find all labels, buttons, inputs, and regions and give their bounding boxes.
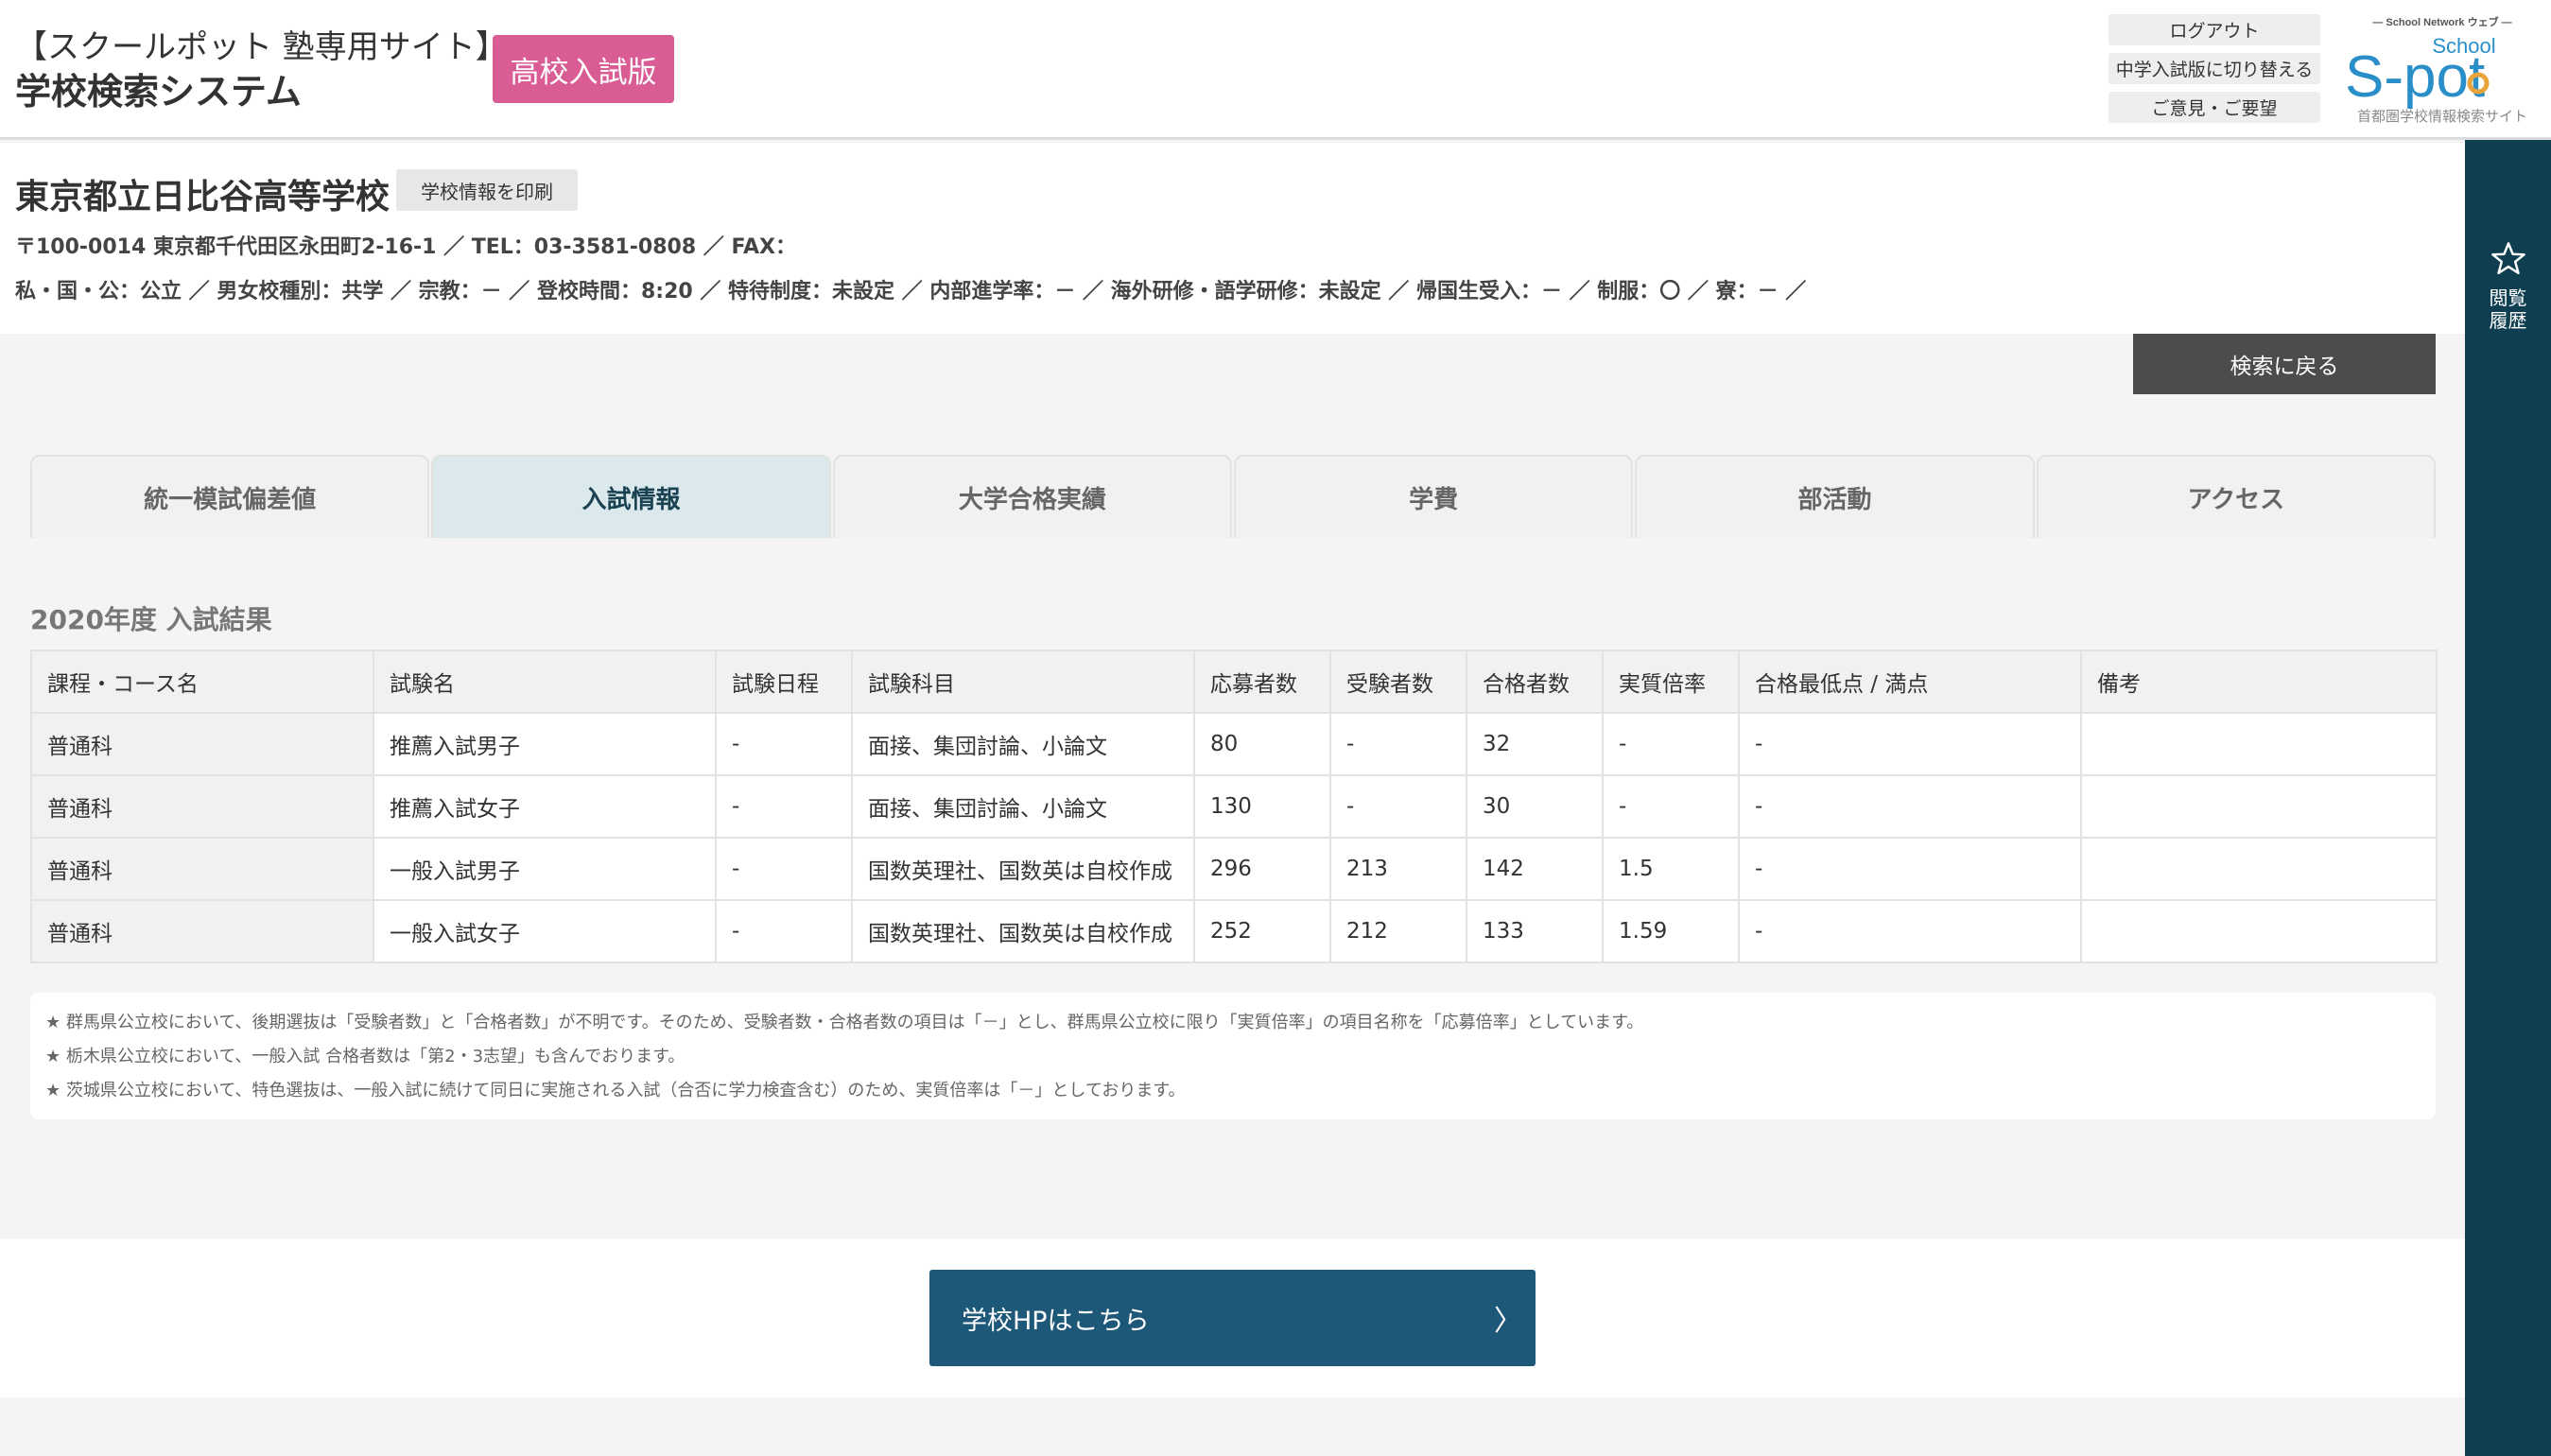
cell-exam-date: -	[715, 899, 853, 963]
cell-applicants: 130	[1193, 774, 1331, 839]
note-tochigi: ★ 栃木県公立校において、一般入試 合格者数は「第2・3志望」も含んでおります。	[45, 1047, 685, 1066]
cell-course: 普通科	[30, 712, 374, 776]
section-title: 2020年度 入試結果	[30, 604, 272, 635]
cell-exam-date: -	[715, 712, 853, 776]
exam-results-table: 課程・コース名 試験名 試験日程 試験科目 応募者数 受験者数 合格者数 実質倍…	[30, 650, 2438, 963]
cell-examinees: 213	[1329, 837, 1467, 901]
tab-entrance-exam-info[interactable]: 入試情報	[431, 455, 831, 538]
print-school-info-button[interactable]: 学校情報を印刷	[396, 169, 578, 211]
chevron-right-icon: 〉	[1494, 1305, 1522, 1338]
cell-passed: 133	[1466, 899, 1604, 963]
tab-university-results[interactable]: 大学合格実績	[832, 455, 1232, 538]
back-to-search-button[interactable]: 検索に戻る	[2133, 334, 2436, 394]
note-ibaraki: ★ 茨城県公立校において、特色選抜は、一般入試に続けて同日に実施される入試（合否…	[45, 1081, 1186, 1101]
cell-min-score: -	[1738, 712, 2082, 776]
table-header-row: 課程・コース名 試験名 試験日程 試験科目 応募者数 受験者数 合格者数 実質倍…	[30, 650, 2438, 714]
cell-examinees: 212	[1329, 899, 1467, 963]
tab-bar: 統一模試偏差値 入試情報 大学合格実績 学費 部活動 アクセス	[30, 455, 2436, 538]
tab-club-activities[interactable]: 部活動	[1635, 455, 2035, 538]
switch-edition-button[interactable]: 中学入試版に切り替える	[2108, 53, 2320, 84]
tab-tuition[interactable]: 学費	[1233, 455, 1634, 538]
table-row: 普通科 推薦入試男子 - 面接、集団討論、小論文 80 - 32 - -	[30, 712, 2438, 776]
table-row: 普通科 一般入試女子 - 国数英理社、国数英は自校作成 252 212 133 …	[30, 899, 2438, 963]
cell-passed: 32	[1466, 712, 1604, 776]
history-label: 閲覧履歴	[2489, 286, 2527, 332]
school-name: 東京都立日比谷高等学校	[15, 178, 390, 217]
note-gunma: ★ 群馬県公立校において、後期選抜は「受験者数」と「合格者数」が不明です。そのた…	[45, 1013, 1644, 1032]
header-remarks: 備考	[2080, 650, 2438, 714]
cell-examinees: -	[1329, 774, 1467, 839]
svg-text:首都圏学校情報検索サイト: 首都圏学校情報検索サイト	[2357, 108, 2527, 125]
svg-text:— School Network ウェブ —: — School Network ウェブ —	[2372, 15, 2511, 28]
header-ratio: 実質倍率	[1602, 650, 1740, 714]
cell-ratio: 1.5	[1602, 837, 1740, 901]
cell-exam-name: 一般入試男子	[373, 837, 717, 901]
school-info: 東京都立日比谷高等学校 学校情報を印刷 〒100-0014 東京都千代田区永田町…	[0, 143, 2465, 334]
cell-ratio: 1.59	[1602, 899, 1740, 963]
cell-applicants: 80	[1193, 712, 1331, 776]
cell-min-score: -	[1738, 899, 2082, 963]
cell-remarks	[2080, 899, 2438, 963]
header-applicants: 応募者数	[1193, 650, 1331, 714]
cell-applicants: 252	[1193, 899, 1331, 963]
cell-exam-subjects: 国数英理社、国数英は自校作成	[851, 837, 1195, 901]
footer-band: 学校HPはこちら 〉	[0, 1239, 2465, 1397]
cell-exam-name: 推薦入試男子	[373, 712, 717, 776]
cell-exam-name: 推薦入試女子	[373, 774, 717, 839]
cell-min-score: -	[1738, 774, 2082, 839]
school-hp-label: 学校HPはこちら	[962, 1306, 1150, 1336]
site-header: 【スクールポット 塾専用サイト】 学校検索システム 高校入試版 ログアウト 中学…	[0, 0, 2551, 140]
cell-exam-subjects: 面接、集団討論、小論文	[851, 774, 1195, 839]
cell-applicants: 296	[1193, 837, 1331, 901]
table-row: 普通科 一般入試男子 - 国数英理社、国数英は自校作成 296 213 142 …	[30, 837, 2438, 901]
cell-exam-date: -	[715, 837, 853, 901]
feedback-button[interactable]: ご意見・ご要望	[2108, 92, 2320, 123]
cell-course: 普通科	[30, 837, 374, 901]
cell-examinees: -	[1329, 712, 1467, 776]
cell-exam-subjects: 国数英理社、国数英は自校作成	[851, 899, 1195, 963]
star-icon	[2490, 242, 2525, 275]
school-hp-button[interactable]: 学校HPはこちら 〉	[929, 1270, 1536, 1366]
tab-access[interactable]: アクセス	[2036, 455, 2436, 538]
history-button[interactable]: 閲覧履歴	[2465, 239, 2551, 332]
header-passed: 合格者数	[1466, 650, 1604, 714]
cell-exam-date: -	[715, 774, 853, 839]
cell-course: 普通科	[30, 774, 374, 839]
cell-exam-subjects: 面接、集団討論、小論文	[851, 712, 1195, 776]
notes-box: ★ 群馬県公立校において、後期選抜は「受験者数」と「合格者数」が不明です。そのた…	[30, 993, 2436, 1119]
header-min-score: 合格最低点 / 満点	[1738, 650, 2082, 714]
cell-ratio: -	[1602, 774, 1740, 839]
cell-ratio: -	[1602, 712, 1740, 776]
logout-button[interactable]: ログアウト	[2108, 14, 2320, 45]
tab-mock-exam-score[interactable]: 統一模試偏差値	[30, 455, 430, 538]
header-course: 課程・コース名	[30, 650, 374, 714]
cell-passed: 142	[1466, 837, 1604, 901]
cell-passed: 30	[1466, 774, 1604, 839]
cell-course: 普通科	[30, 899, 374, 963]
header-exam-name: 試験名	[373, 650, 717, 714]
edition-badge: 高校入試版	[493, 35, 674, 103]
header-examinees: 受験者数	[1329, 650, 1467, 714]
svg-text:S-pot: S-pot	[2345, 44, 2485, 110]
side-rail: 閲覧履歴	[2465, 140, 2551, 1456]
school-address: 〒100-0014 東京都千代田区永田町2-16-1 ／ TEL：03-3581…	[15, 235, 796, 259]
header-exam-date: 試験日程	[715, 650, 853, 714]
cell-remarks	[2080, 837, 2438, 901]
site-subtitle: 【スクールポット 塾専用サイト】	[15, 28, 508, 66]
cell-min-score: -	[1738, 837, 2082, 901]
cell-exam-name: 一般入試女子	[373, 899, 717, 963]
spot-logo[interactable]: — School Network ウェブ — School S-pot 首都圏学…	[2341, 13, 2543, 129]
table-row: 普通科 推薦入試女子 - 面接、集団討論、小論文 130 - 30 - -	[30, 774, 2438, 839]
school-details: 私・国・公：公立 ／ 男女校種別：共学 ／ 宗教：－ ／ 登校時間：8:20 ／…	[15, 280, 1807, 303]
cell-remarks	[2080, 712, 2438, 776]
site-title: 学校検索システム	[15, 71, 302, 113]
header-exam-subjects: 試験科目	[851, 650, 1195, 714]
cell-remarks	[2080, 774, 2438, 839]
